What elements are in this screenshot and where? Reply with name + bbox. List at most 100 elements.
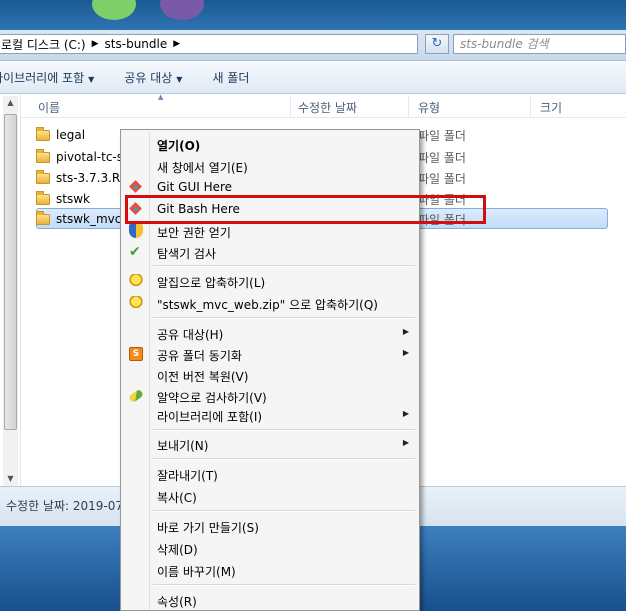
file-type: 파일 폴더 <box>418 128 466 143</box>
desktop-icon <box>92 0 136 20</box>
menu-label: 공유 폴더 동기화 <box>157 349 242 363</box>
menu-alzip[interactable]: 알집으로 압축하기(L) <box>123 270 417 292</box>
file-type: 파일 폴더 <box>418 150 466 165</box>
menu-properties[interactable]: 속성(R) <box>123 589 417 611</box>
menu-delete[interactable]: 삭제(D) <box>123 537 417 559</box>
menu-share[interactable]: 공유 대상(H) ▶ <box>123 322 417 344</box>
breadcrumb-drive[interactable]: 로컬 디스크 (C:) <box>1 36 86 53</box>
address-row: 로컬 디스크 (C:) ▶ sts-bundle ▶ ↻ sts-bundle … <box>0 30 626 61</box>
chevron-right-icon[interactable]: ▶ <box>173 39 180 49</box>
vertical-scrollbar[interactable]: ▲ ▼ <box>3 96 18 486</box>
menu-library[interactable]: 라이브러리에 포함(I) ▶ <box>123 404 417 426</box>
menu-separator <box>153 429 415 431</box>
column-name[interactable]: 이름 <box>38 99 60 116</box>
menu-label: 알집으로 압축하기(L) <box>157 276 266 290</box>
menu-separator <box>153 317 415 319</box>
file-row[interactable]: sts-3.7.3.RE 파일 폴더 <box>36 168 466 188</box>
menu-virus-scan[interactable]: ✔ 탐색기 검사 <box>123 241 417 263</box>
annotation-highlight-box <box>125 195 486 224</box>
library-button[interactable]: 라이브러리에 포함 ▼ <box>0 69 94 86</box>
file-name: sts-3.7.3.RE <box>56 171 128 185</box>
column-type[interactable]: 유형 <box>418 99 440 116</box>
sync-icon: S <box>129 347 143 361</box>
new-folder-button[interactable]: 새 폴더 <box>212 69 249 86</box>
desktop-icon <box>160 0 204 20</box>
file-name: stswk_mvc <box>56 212 122 226</box>
scroll-down-icon[interactable]: ▼ <box>3 472 18 486</box>
menu-shortcut[interactable]: 바로 가기 만들기(S) <box>123 515 417 537</box>
column-header: 이름 ▲ 수정한 날짜 유형 크기 <box>22 93 626 118</box>
menu-cut[interactable]: 잘라내기(T) <box>123 463 417 485</box>
menu-open-new-window[interactable]: 새 창에서 열기(E) <box>123 155 417 177</box>
file-row-selected[interactable]: stswk_mvc 파일 폴더 <box>36 209 466 229</box>
menu-rename[interactable]: 이름 바꾸기(M) <box>123 559 417 581</box>
column-modified[interactable]: 수정한 날짜 <box>298 99 357 116</box>
menu-alzip-named[interactable]: "stswk_mvc_web.zip" 으로 압축하기(Q) <box>123 292 417 314</box>
menu-open[interactable]: 열기(O) <box>123 133 417 155</box>
folder-icon <box>36 190 50 205</box>
status-modified: 수정한 날짜: 2019-07 <box>6 499 124 513</box>
breadcrumb-folder[interactable]: sts-bundle <box>105 37 168 51</box>
menu-separator <box>153 510 415 512</box>
menu-label: 속성(R) <box>157 595 197 609</box>
menu-label: 라이브러리에 포함(I) <box>157 410 263 424</box>
git-icon <box>129 180 143 194</box>
column-divider[interactable] <box>290 95 291 117</box>
menu-label: 복사(C) <box>157 491 197 505</box>
search-input[interactable]: sts-bundle 검색 <box>453 34 626 54</box>
menu-label: 새 창에서 열기(E) <box>157 161 248 175</box>
menu-label: 탐색기 검사 <box>157 247 217 261</box>
menu-separator <box>153 584 415 586</box>
alzip-icon <box>129 296 143 310</box>
chevron-down-icon: ▼ <box>88 74 95 84</box>
submenu-arrow-icon: ▶ <box>402 348 409 357</box>
menu-label: 삭제(D) <box>157 543 198 557</box>
chevron-down-icon: ▼ <box>176 74 183 84</box>
menu-copy[interactable]: 복사(C) <box>123 485 417 507</box>
file-name: legal <box>56 128 86 142</box>
address-bar[interactable]: 로컬 디스크 (C:) ▶ sts-bundle ▶ <box>0 34 418 54</box>
sort-up-icon: ▲ <box>158 93 164 101</box>
refresh-button[interactable]: ↻ <box>425 34 449 54</box>
file-name: pivotal-tc-s <box>56 150 124 164</box>
library-label: 라이브러리에 포함 <box>0 70 85 85</box>
menu-sync[interactable]: S 공유 폴더 동기화 ▶ <box>123 343 417 365</box>
file-type: 파일 폴더 <box>418 171 466 186</box>
menu-separator <box>153 265 415 267</box>
refresh-icon: ↻ <box>431 36 443 51</box>
file-row[interactable]: stswk 파일 폴더 <box>36 189 466 209</box>
chevron-right-icon[interactable]: ▶ <box>92 39 99 49</box>
menu-label: "stswk_mvc_web.zip" 으로 압축하기(Q) <box>157 298 378 312</box>
menu-separator <box>153 458 415 460</box>
menu-label: 보내기(N) <box>157 439 209 453</box>
menu-restore[interactable]: 이전 버전 복원(V) <box>123 364 417 386</box>
column-size[interactable]: 크기 <box>540 99 562 116</box>
menu-send-to[interactable]: 보내기(N) ▶ <box>123 433 417 455</box>
scroll-thumb[interactable] <box>4 114 17 430</box>
menu-label: 공유 대상(H) <box>157 328 224 342</box>
column-divider[interactable] <box>530 95 531 117</box>
file-row[interactable]: legal 파일 폴더 <box>36 125 466 145</box>
folder-icon <box>36 169 50 184</box>
v3-check-icon: ✔ <box>129 244 141 260</box>
scroll-up-icon[interactable]: ▲ <box>3 96 18 110</box>
menu-label: 보안 권한 얻기 <box>157 226 231 240</box>
alzip-icon <box>129 274 143 288</box>
shield-icon <box>129 224 143 238</box>
submenu-arrow-icon: ▶ <box>402 438 409 447</box>
folder-icon <box>36 126 50 141</box>
submenu-arrow-icon: ▶ <box>402 409 409 418</box>
column-divider[interactable] <box>408 95 409 117</box>
menu-label: 이름 바꾸기(M) <box>157 565 236 579</box>
share-button[interactable]: 공유 대상 ▼ <box>124 69 182 86</box>
command-bar: 라이브러리에 포함 ▼ 공유 대상 ▼ 새 폴더 <box>0 61 626 94</box>
menu-label: 이전 버전 복원(V) <box>157 370 249 384</box>
menu-label: 바로 가기 만들기(S) <box>157 521 259 535</box>
window-top-strip <box>0 0 626 30</box>
menu-label: 잘라내기(T) <box>157 469 218 483</box>
pill-icon <box>127 388 145 404</box>
file-row[interactable]: pivotal-tc-s 파일 폴더 <box>36 147 466 167</box>
share-label: 공유 대상 <box>124 70 173 85</box>
folder-icon <box>36 148 50 163</box>
menu-label: 열기(O) <box>157 139 201 153</box>
